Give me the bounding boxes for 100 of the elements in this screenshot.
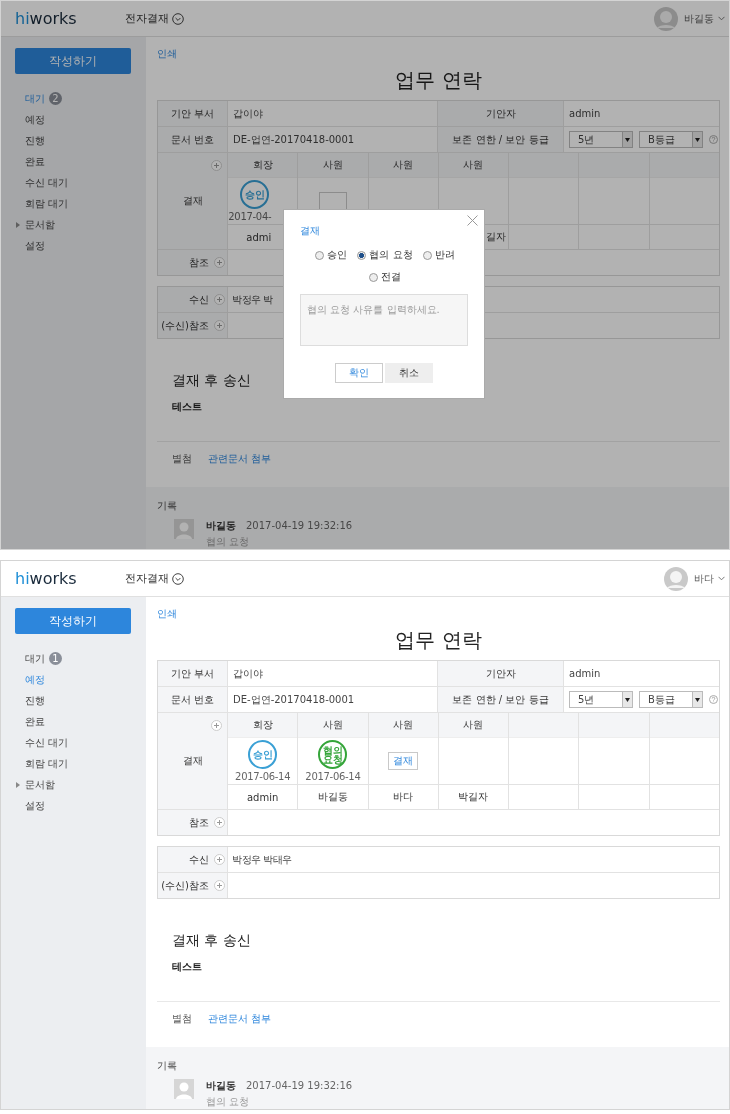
compose-button[interactable]: 작성하기	[15, 608, 131, 634]
author-name: 바길동	[206, 1080, 236, 1091]
field-label: 참조	[189, 815, 209, 830]
user-menu[interactable]: 바다	[694, 571, 725, 586]
app-menu-button[interactable]: 전자결재	[125, 11, 184, 26]
approval-stamp: 협의 요청	[318, 740, 348, 769]
logo[interactable]: hiworks	[15, 9, 125, 28]
sidebar-item[interactable]: 문서함	[25, 777, 55, 792]
column-header: 사원	[438, 713, 509, 738]
security-select[interactable]: B등급	[639, 131, 703, 148]
help-icon[interactable]	[709, 135, 718, 144]
field-label: 보존 연한 / 보안 등급	[438, 127, 564, 152]
column-header: 회장	[228, 153, 298, 178]
sidebar-item[interactable]: 예정	[25, 112, 45, 127]
sidebar-item[interactable]: 수신 대기	[25, 735, 69, 750]
print-link[interactable]: 인쇄	[157, 608, 177, 619]
add-icon[interactable]	[214, 294, 225, 305]
history-message: 협의 요청	[206, 1095, 251, 1109]
app-menu-button[interactable]: 전자결재	[125, 571, 184, 586]
attachment-link[interactable]: 관련문서 첨부	[208, 1012, 272, 1038]
field-label: 수신	[189, 292, 209, 307]
section-heading: 결재 후 송신	[172, 932, 251, 950]
body-text: 테스트	[172, 960, 202, 974]
body-text: 테스트	[172, 400, 202, 414]
confirm-button[interactable]: 확인	[335, 363, 383, 383]
avatar-icon	[174, 519, 194, 539]
table-cell-text: admi	[245, 230, 273, 245]
sidebar-item[interactable]: 진행	[25, 693, 45, 708]
field-label: 기안 부서	[158, 661, 228, 686]
document-title: 업무 연락	[394, 67, 483, 94]
radio-label[interactable]: 전결	[381, 270, 401, 284]
sidebar-item[interactable]: 회람 대기	[25, 196, 69, 211]
field-label: 문서 번호	[158, 687, 228, 712]
approve-button[interactable]	[318, 192, 347, 210]
close-icon[interactable]	[467, 215, 478, 226]
sidebar-item[interactable]: 예정	[25, 672, 45, 687]
radio-label[interactable]: 협의 요청	[369, 248, 413, 262]
expand-icon[interactable]	[16, 782, 20, 788]
sidebar-item[interactable]: 진행	[25, 133, 45, 148]
attachment-label: 별첨	[172, 1012, 192, 1026]
sidebar-item[interactable]: 설정	[25, 238, 45, 253]
avatar-icon[interactable]	[654, 6, 678, 31]
author-name: 바길동	[206, 520, 236, 531]
add-icon[interactable]	[214, 320, 225, 331]
add-icon[interactable]	[211, 160, 222, 171]
avatar-icon	[174, 1079, 194, 1099]
cancel-button[interactable]: 취소	[385, 363, 433, 383]
field-label: 기안자	[438, 661, 564, 686]
sidebar-item[interactable]: 완료	[25, 154, 45, 169]
radio-button[interactable]	[357, 250, 367, 260]
table-cell-text: admin	[245, 790, 280, 805]
sidebar-item[interactable]: 문서함	[25, 217, 55, 232]
dialog-title: 결재	[300, 224, 321, 238]
attachment-link[interactable]: 관련문서 첨부	[208, 452, 272, 478]
approval-stamp: 승인	[240, 180, 270, 209]
retention-select[interactable]: 5년	[569, 131, 633, 148]
approval-stamp: 승인	[248, 740, 278, 769]
add-icon[interactable]	[214, 817, 225, 828]
radio-label[interactable]: 승인	[327, 248, 348, 262]
count-badge: 2	[49, 92, 62, 105]
caret-down-icon	[718, 576, 725, 581]
approve-button[interactable]: 결재	[388, 752, 419, 770]
add-icon[interactable]	[214, 257, 225, 268]
print-link[interactable]: 인쇄	[157, 48, 177, 59]
attachment-label: 별첨	[172, 452, 192, 466]
field-value: admin	[568, 667, 602, 681]
timestamp: 2017-04-19 19:32:16	[246, 520, 353, 531]
security-select[interactable]: B등급	[639, 691, 703, 708]
avatar-icon[interactable]	[664, 566, 688, 591]
logo[interactable]: hiworks	[15, 569, 125, 588]
field-label: 기안자	[438, 101, 564, 126]
sidebar-item[interactable]: 수신 대기	[25, 175, 69, 190]
field-label: 결재	[182, 194, 203, 208]
radio-button[interactable]	[315, 250, 325, 260]
add-icon[interactable]	[211, 720, 222, 731]
stamp-date: 2017-06-14	[235, 771, 291, 782]
sidebar-item[interactable]: 대기 1	[25, 651, 62, 666]
field-label: 보존 연한 / 보안 등급	[438, 687, 564, 712]
retention-select[interactable]: 5년	[569, 691, 633, 708]
radio-button[interactable]	[369, 272, 378, 282]
document-title: 업무 연락	[394, 627, 483, 654]
sidebar-item[interactable]: 회람 대기	[25, 756, 69, 771]
sidebar-item[interactable]: 완료	[25, 714, 45, 729]
field-label: (수신)참조	[161, 318, 209, 333]
help-icon[interactable]	[709, 695, 718, 704]
radio-label[interactable]: 반려	[434, 248, 455, 262]
add-icon[interactable]	[214, 880, 225, 891]
field-value: admin	[568, 107, 602, 121]
user-menu[interactable]: 바길동	[684, 11, 725, 26]
add-icon[interactable]	[214, 854, 225, 865]
column-header: 사원	[298, 713, 368, 738]
expand-icon[interactable]	[16, 222, 20, 228]
sidebar-item[interactable]: 설정	[25, 798, 45, 813]
reason-field[interactable]: 협의 요청 사유를 입력하세요.	[300, 294, 468, 346]
table-cell-text: 바다	[392, 790, 415, 804]
field-label: 수신	[189, 852, 209, 867]
timestamp: 2017-04-19 19:32:16	[246, 1080, 353, 1091]
compose-button[interactable]: 작성하기	[15, 48, 131, 74]
radio-button[interactable]	[422, 250, 432, 260]
field-label: 문서 번호	[158, 127, 228, 152]
